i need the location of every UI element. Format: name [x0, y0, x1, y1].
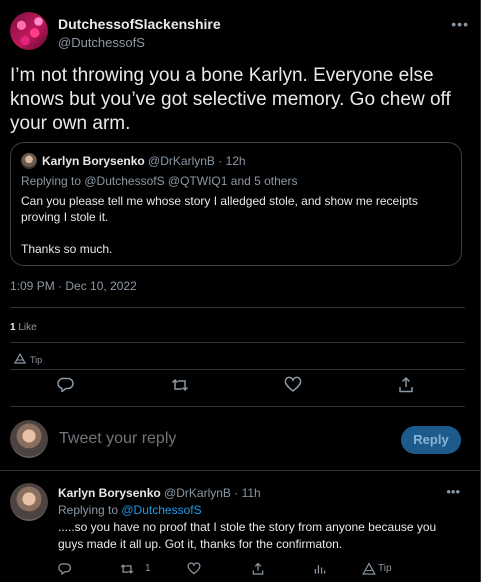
reply-icon[interactable] — [58, 562, 72, 576]
quoted-tweet-card[interactable]: Karlyn Borysenko @DrKarlynB · 12h Replyi… — [10, 142, 462, 266]
more-icon[interactable]: ••• — [446, 484, 460, 499]
author-handle[interactable]: @DutchessofS — [58, 35, 145, 50]
heart-icon[interactable] — [284, 376, 302, 394]
reply-author: Karlyn Borysenko @DrKarlynB · 11h — [58, 486, 261, 500]
replying-prefix: Replying to — [58, 503, 122, 517]
heart-icon[interactable] — [187, 562, 201, 576]
reply-icon[interactable] — [57, 376, 75, 394]
tip-row[interactable]: Tip — [13, 352, 43, 366]
quote-body-paragraph: Can you please tell me whose story I all… — [21, 194, 418, 224]
quote-author-meta: @DrKarlynB · 12h — [148, 154, 246, 168]
quote-author-name: Karlyn Borysenko — [42, 154, 145, 168]
reply-text: .....so you have no proof that I stole t… — [58, 520, 437, 551]
more-icon[interactable]: ••• — [451, 16, 469, 32]
quote-body-paragraph: Thanks so much. — [21, 242, 113, 256]
quote-author-avatar — [21, 153, 37, 169]
quote-replying-to: Replying to @DutchessofS @QTWIQ1 and 5 o… — [21, 174, 298, 188]
reply-tweet[interactable]: Karlyn Borysenko @DrKarlynB · 11h ••• Re… — [0, 475, 480, 582]
replying-handle-link[interactable]: @DutchessofS — [121, 503, 201, 517]
author-name[interactable]: DutchessofSlackenshire — [58, 16, 221, 32]
tweet-timestamp[interactable]: 1:09 PM · Dec 10, 2022 — [10, 279, 137, 293]
author-avatar[interactable] — [10, 12, 48, 50]
reply-composer: Tweet your reply Reply — [0, 416, 480, 466]
quote-author: Karlyn Borysenko @DrKarlynB · 12h — [42, 154, 246, 168]
reply-replying-to: Replying to @DutchessofS — [58, 503, 202, 517]
divider — [10, 406, 465, 407]
divider — [10, 342, 465, 343]
tip-icon — [13, 352, 27, 366]
quote-body: Can you please tell me whose story I all… — [21, 193, 451, 273]
current-user-avatar — [10, 420, 48, 458]
reply-author-meta: @DrKarlynB · 11h — [164, 486, 261, 500]
retweet-icon[interactable] — [171, 376, 189, 394]
retweet-count: 1 — [145, 563, 151, 574]
tweet-header: DutchessofSlackenshire @DutchessofS ••• — [10, 12, 469, 54]
analytics-icon[interactable] — [313, 562, 327, 576]
reply-action-bar: 1 Tip — [0, 562, 480, 580]
tip-icon[interactable] — [362, 562, 376, 576]
reply-button[interactable]: Reply — [401, 426, 461, 454]
divider — [10, 307, 465, 308]
tip-label[interactable]: Tip — [378, 563, 392, 574]
share-icon[interactable] — [397, 376, 415, 394]
likes-count[interactable]: 1 Like — [10, 322, 37, 333]
divider — [10, 369, 465, 370]
like-count-label: Like — [15, 322, 37, 333]
retweet-icon[interactable] — [120, 562, 134, 576]
reply-input[interactable]: Tweet your reply — [59, 430, 176, 448]
divider — [0, 470, 480, 471]
reply-author-avatar[interactable] — [10, 483, 48, 521]
share-icon[interactable] — [251, 562, 265, 576]
reply-author-name[interactable]: Karlyn Borysenko — [58, 486, 161, 500]
tweet-text: I’m not throwing you a bone Karlyn. Ever… — [10, 65, 451, 134]
tip-label: Tip — [30, 354, 43, 365]
